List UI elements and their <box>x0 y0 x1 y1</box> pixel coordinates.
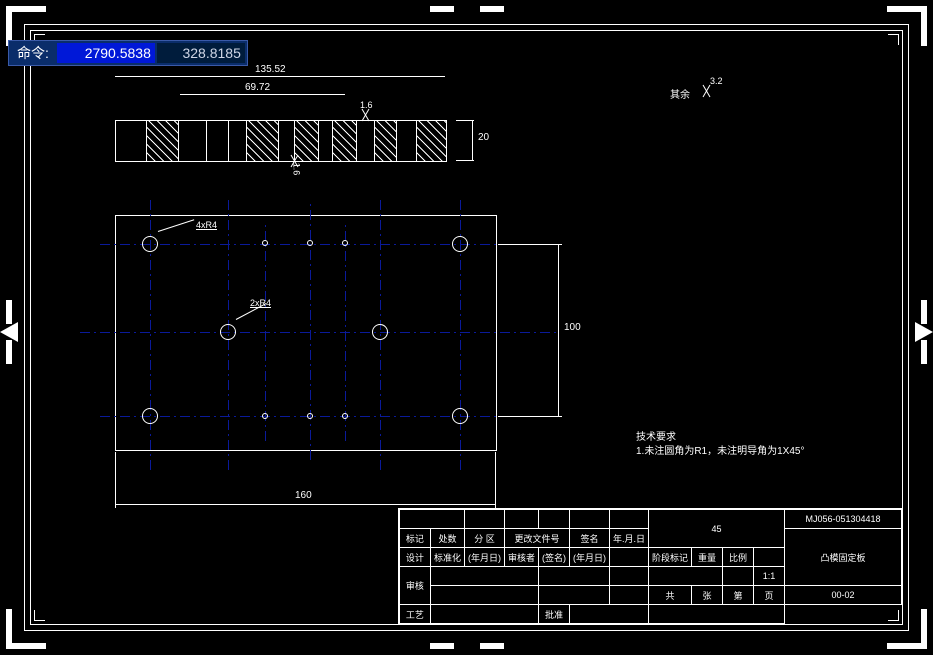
hole-small <box>307 240 313 246</box>
hole <box>372 324 388 340</box>
row-label: 审核者 <box>504 548 538 567</box>
viewport-tick <box>480 643 504 649</box>
scale: 1:1 <box>754 567 785 586</box>
dim-line <box>115 504 495 505</box>
row-label <box>609 548 648 567</box>
th: 处数 <box>430 529 464 548</box>
th: 标记 <box>399 529 430 548</box>
dim-text: 69.72 <box>245 82 270 93</box>
row-label: 第 <box>723 586 754 605</box>
viewport-tick <box>6 340 12 364</box>
row-label: 审核 <box>399 567 430 605</box>
viewport-tick <box>6 300 12 324</box>
callout: 4xR4 <box>196 220 217 230</box>
callout: 2xR4 <box>250 298 271 308</box>
hole-small <box>342 413 348 419</box>
command-label: 命令: <box>11 43 55 63</box>
ext-line <box>498 416 562 417</box>
cad-canvas[interactable]: 命令: 135.52 69.72 1.6 20 1.6 4xR4 2xR4 10… <box>0 0 933 655</box>
row-label: (签名) <box>538 548 569 567</box>
dim-text: 100 <box>564 322 581 333</box>
th2: 比例 <box>723 548 754 567</box>
notes-title: 技术要求 <box>636 428 676 443</box>
notes-line1: 1.未注圆角为R1，未注明导角为1X45° <box>636 442 804 457</box>
row-label: 共 <box>648 586 691 605</box>
viewport-tick <box>921 300 927 324</box>
row-label: 工艺 <box>399 605 430 624</box>
part-name: 凸模固定板 <box>785 529 902 586</box>
row-label: (年月日) <box>464 548 504 567</box>
centerline-v <box>265 225 266 441</box>
hole <box>220 324 236 340</box>
dim-line <box>180 94 345 95</box>
row-label: 张 <box>692 586 723 605</box>
row-label: 设计 <box>399 548 430 567</box>
material: 45 <box>648 510 784 548</box>
th2 <box>754 548 785 567</box>
ext-line <box>456 160 474 161</box>
dim-text: 20 <box>478 132 489 143</box>
hole-small <box>307 413 313 419</box>
dim-text: 3.2 <box>710 76 723 86</box>
row-label: 标准化 <box>430 548 464 567</box>
coord-y-input[interactable] <box>157 43 245 63</box>
ext-line <box>115 452 116 508</box>
dim-text: 160 <box>295 490 312 501</box>
hole-small <box>342 240 348 246</box>
dim-line <box>472 120 473 160</box>
centerline-v <box>345 225 346 441</box>
centerline-v <box>310 200 311 460</box>
th: 年.月.日 <box>609 529 648 548</box>
th2: 重量 <box>692 548 723 567</box>
note-remainder: 其余 <box>670 86 690 101</box>
drawing-id: MJ056-051304418 <box>785 510 902 529</box>
section-view <box>115 120 447 162</box>
command-bar: 命令: <box>8 40 248 66</box>
frame-corner-bl <box>34 610 45 621</box>
th: 更改文件号 <box>504 529 569 548</box>
viewport-tick <box>430 6 454 12</box>
hole-small <box>262 413 268 419</box>
viewport-tick <box>430 643 454 649</box>
hole <box>142 236 158 252</box>
coord-x-input[interactable] <box>57 43 155 63</box>
hole <box>452 236 468 252</box>
scroll-right-icon[interactable] <box>915 322 933 342</box>
frame-corner-tr <box>888 34 899 45</box>
title-block: 45 MJ056-051304418 标记 处数 分 区 更改文件号 签名 年.… <box>398 508 903 625</box>
hole <box>452 408 468 424</box>
hole <box>142 408 158 424</box>
th: 签名 <box>569 529 609 548</box>
th2: 阶段标记 <box>648 548 691 567</box>
viewport-tick <box>921 340 927 364</box>
drawing-number: 00-02 <box>785 586 902 605</box>
dim-text: 135.52 <box>255 64 286 75</box>
row-label: 页 <box>754 586 785 605</box>
hole-small <box>262 240 268 246</box>
dim-line <box>558 244 559 416</box>
row-label: 批准 <box>538 605 569 624</box>
viewport-tick <box>480 6 504 12</box>
scroll-left-icon[interactable] <box>0 322 18 342</box>
dim-line <box>115 76 445 77</box>
centerline-h <box>80 332 560 333</box>
ext-line <box>495 452 496 508</box>
ext-line <box>498 244 562 245</box>
row-label: (年月日) <box>569 548 609 567</box>
th: 分 区 <box>464 529 504 548</box>
